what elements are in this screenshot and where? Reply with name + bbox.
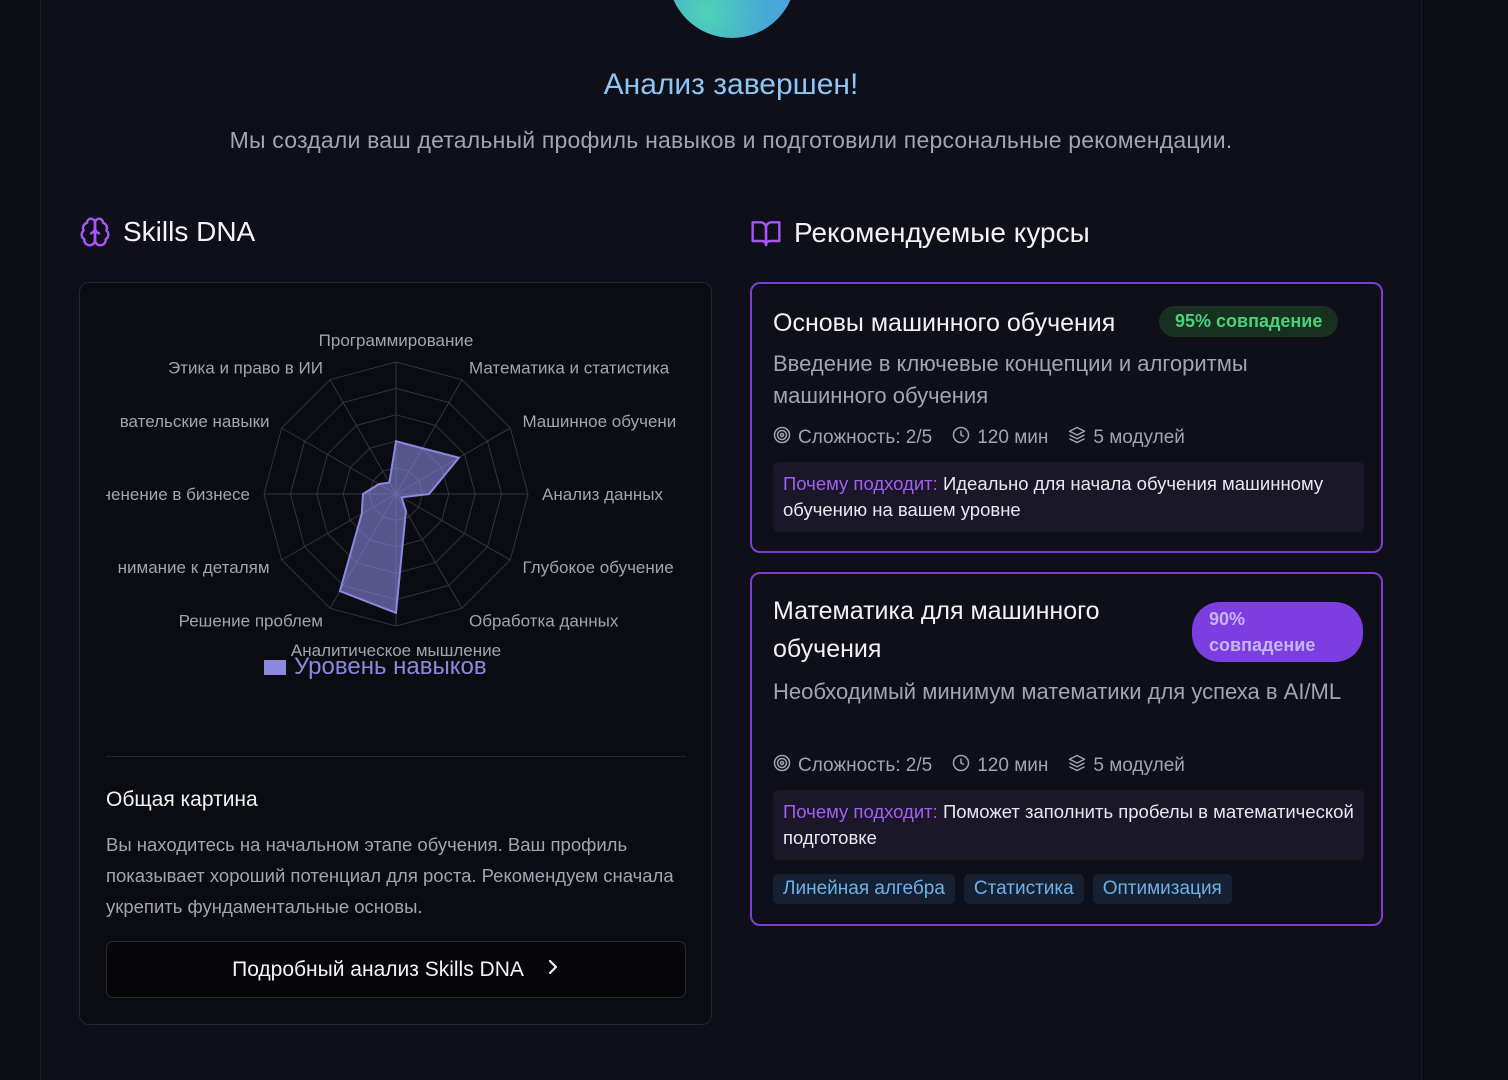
- course-title: Математика для машинного обучения: [773, 597, 1100, 663]
- brain-icon: [79, 216, 111, 248]
- radar-category-label: нимание к деталям: [118, 558, 270, 577]
- radar-category-label: Обработка данных: [469, 611, 619, 630]
- course-card[interactable]: Математика для машинного обучения 90% со…: [750, 572, 1383, 926]
- modules-label: 5 модулей: [1093, 427, 1185, 448]
- why-suitable: Почему подходит: Идеально для начала обу…: [773, 462, 1364, 532]
- why-label: Почему подходит:: [783, 801, 938, 822]
- target-icon: [773, 754, 791, 778]
- courses-heading: Рекомендуемые курсы: [750, 217, 1090, 249]
- difficulty: Сложность: 2/5: [773, 426, 932, 450]
- chevron-right-icon: [546, 958, 560, 982]
- radar-category-label: Этика и право в ИИ: [168, 359, 323, 378]
- difficulty-label: Сложность: 2/5: [798, 427, 933, 448]
- course-tags: Линейная алгебра Статистика Оптимизация: [773, 874, 1232, 904]
- course-meta: Сложность: 2/5 120 мин 5 модулей: [773, 426, 1185, 450]
- page-subtitle: Мы создали ваш детальный профиль навыков…: [229, 127, 1233, 153]
- course-meta: Сложность: 2/5 120 мин 5 модулей: [773, 754, 1185, 778]
- details-button-label: Подробный анализ Skills DNA: [232, 957, 524, 981]
- difficulty-label: Сложность: 2/5: [798, 755, 933, 776]
- overview-text: Вы находитесь на начальном этапе обучени…: [106, 834, 674, 917]
- book-open-icon: [750, 217, 782, 249]
- difficulty: Сложность: 2/5: [773, 754, 932, 778]
- radar-category-label: ненение в бизнесе: [106, 485, 250, 504]
- course-card[interactable]: Основы машинного обучения 95% совпадение…: [750, 282, 1383, 553]
- why-suitable: Почему подходит: Поможет заполнить пробе…: [773, 790, 1364, 860]
- clock-icon: [952, 754, 970, 778]
- clock-icon: [952, 426, 970, 450]
- match-badge: 90% совпадение: [1192, 602, 1363, 662]
- skills-dna-title: Skills DNA: [123, 216, 256, 247]
- radar-category-label: Глубокое обучение: [522, 558, 673, 577]
- legend-label: Уровень навыков: [294, 653, 487, 680]
- skills-dna-card: Программирование Математика и статистика М…: [79, 282, 712, 1025]
- duration-label: 120 мин: [977, 427, 1049, 448]
- overview-title: Общая картина: [106, 788, 258, 811]
- course-description: Необходимый минимум математики для успех…: [773, 679, 1342, 704]
- divider: [106, 756, 686, 757]
- tag[interactable]: Оптимизация: [1092, 874, 1232, 904]
- duration: 120 мин: [952, 426, 1048, 450]
- course-title: Основы машинного обучения: [773, 309, 1116, 337]
- radar-category-label: Решение проблем: [179, 611, 323, 630]
- course-description: Введение в ключевые концепции и алгоритм…: [773, 351, 1248, 408]
- match-badge: 95% совпадение: [1159, 306, 1339, 337]
- duration: 120 мин: [952, 754, 1048, 778]
- legend-swatch: [264, 659, 286, 675]
- modules: 5 модулей: [1068, 754, 1185, 778]
- layers-icon: [1068, 426, 1086, 450]
- courses-title: Рекомендуемые курсы: [794, 217, 1090, 248]
- radar-category-label: Анализ данных: [542, 485, 663, 504]
- radar-category-label: Программирование: [319, 331, 474, 350]
- duration-label: 120 мин: [977, 755, 1049, 776]
- skills-dna-heading: Skills DNA: [79, 216, 255, 248]
- modules-label: 5 модулей: [1093, 755, 1185, 776]
- radar-chart: Программирование Математика и статистика М…: [106, 313, 686, 693]
- page-title: Анализ завершен!: [603, 68, 859, 101]
- chart-legend: Уровень навыков: [264, 653, 487, 681]
- radar-category-label: Математика и статистика: [469, 359, 670, 378]
- why-label: Почему подходит:: [783, 473, 938, 494]
- radar-category-label: Машинное обучени: [522, 412, 676, 431]
- tag[interactable]: Статистика: [963, 874, 1084, 904]
- radar-category-label: вательские навыки: [120, 412, 270, 431]
- layers-icon: [1068, 754, 1086, 778]
- target-icon: [773, 426, 791, 450]
- modules: 5 модулей: [1068, 426, 1185, 450]
- tag[interactable]: Линейная алгебра: [773, 874, 955, 904]
- skills-dna-details-button[interactable]: Подробный анализ Skills DNA: [106, 941, 686, 998]
